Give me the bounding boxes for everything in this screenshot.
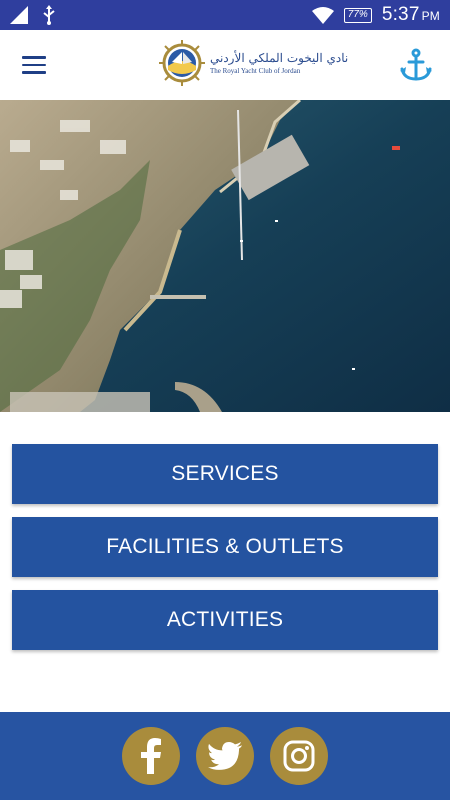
signal-icon xyxy=(10,6,28,24)
facebook-icon[interactable] xyxy=(122,727,180,785)
battery-icon: 77% xyxy=(343,7,372,23)
ship-wheel-logo-icon xyxy=(159,40,205,86)
footer-social-bar xyxy=(0,712,450,800)
services-button[interactable]: SERVICES xyxy=(12,444,438,504)
hero-image xyxy=(0,100,450,412)
clock-ampm: PM xyxy=(421,9,440,23)
facilities-outlets-button[interactable]: FACILITIES & OUTLETS xyxy=(12,517,438,577)
battery-level: 77% xyxy=(347,8,368,20)
logo-text: نادي اليخوت الملكي الأردني The Royal Yac… xyxy=(210,51,348,75)
instagram-icon[interactable] xyxy=(270,727,328,785)
twitter-icon[interactable] xyxy=(196,727,254,785)
facebook-glyph xyxy=(141,738,161,774)
logo-arabic: نادي اليخوت الملكي الأردني xyxy=(210,51,349,65)
anchor-icon[interactable] xyxy=(398,47,434,83)
twitter-glyph xyxy=(208,742,242,770)
hero-aerial-photo xyxy=(0,100,450,412)
clock-time: 5:37 xyxy=(381,4,420,25)
instagram-glyph xyxy=(283,740,315,772)
clock: 5:37 PM xyxy=(382,4,440,26)
wifi-icon xyxy=(311,7,334,24)
main-menu: SERVICES FACILITIES & OUTLETS ACTIVITIES xyxy=(12,444,438,663)
logo-english: The Royal Yacht Club of Jordan xyxy=(210,67,301,75)
club-logo: نادي اليخوت الملكي الأردني The Royal Yac… xyxy=(158,38,348,88)
hamburger-menu-icon[interactable] xyxy=(22,51,50,79)
app-bar: نادي اليخوت الملكي الأردني The Royal Yac… xyxy=(0,30,450,100)
activities-button[interactable]: ACTIVITIES xyxy=(12,590,438,650)
usb-icon xyxy=(43,5,55,25)
status-bar: 77% 5:37 PM xyxy=(0,0,450,30)
status-right: 77% 5:37 PM xyxy=(311,4,440,26)
status-left xyxy=(10,5,56,25)
